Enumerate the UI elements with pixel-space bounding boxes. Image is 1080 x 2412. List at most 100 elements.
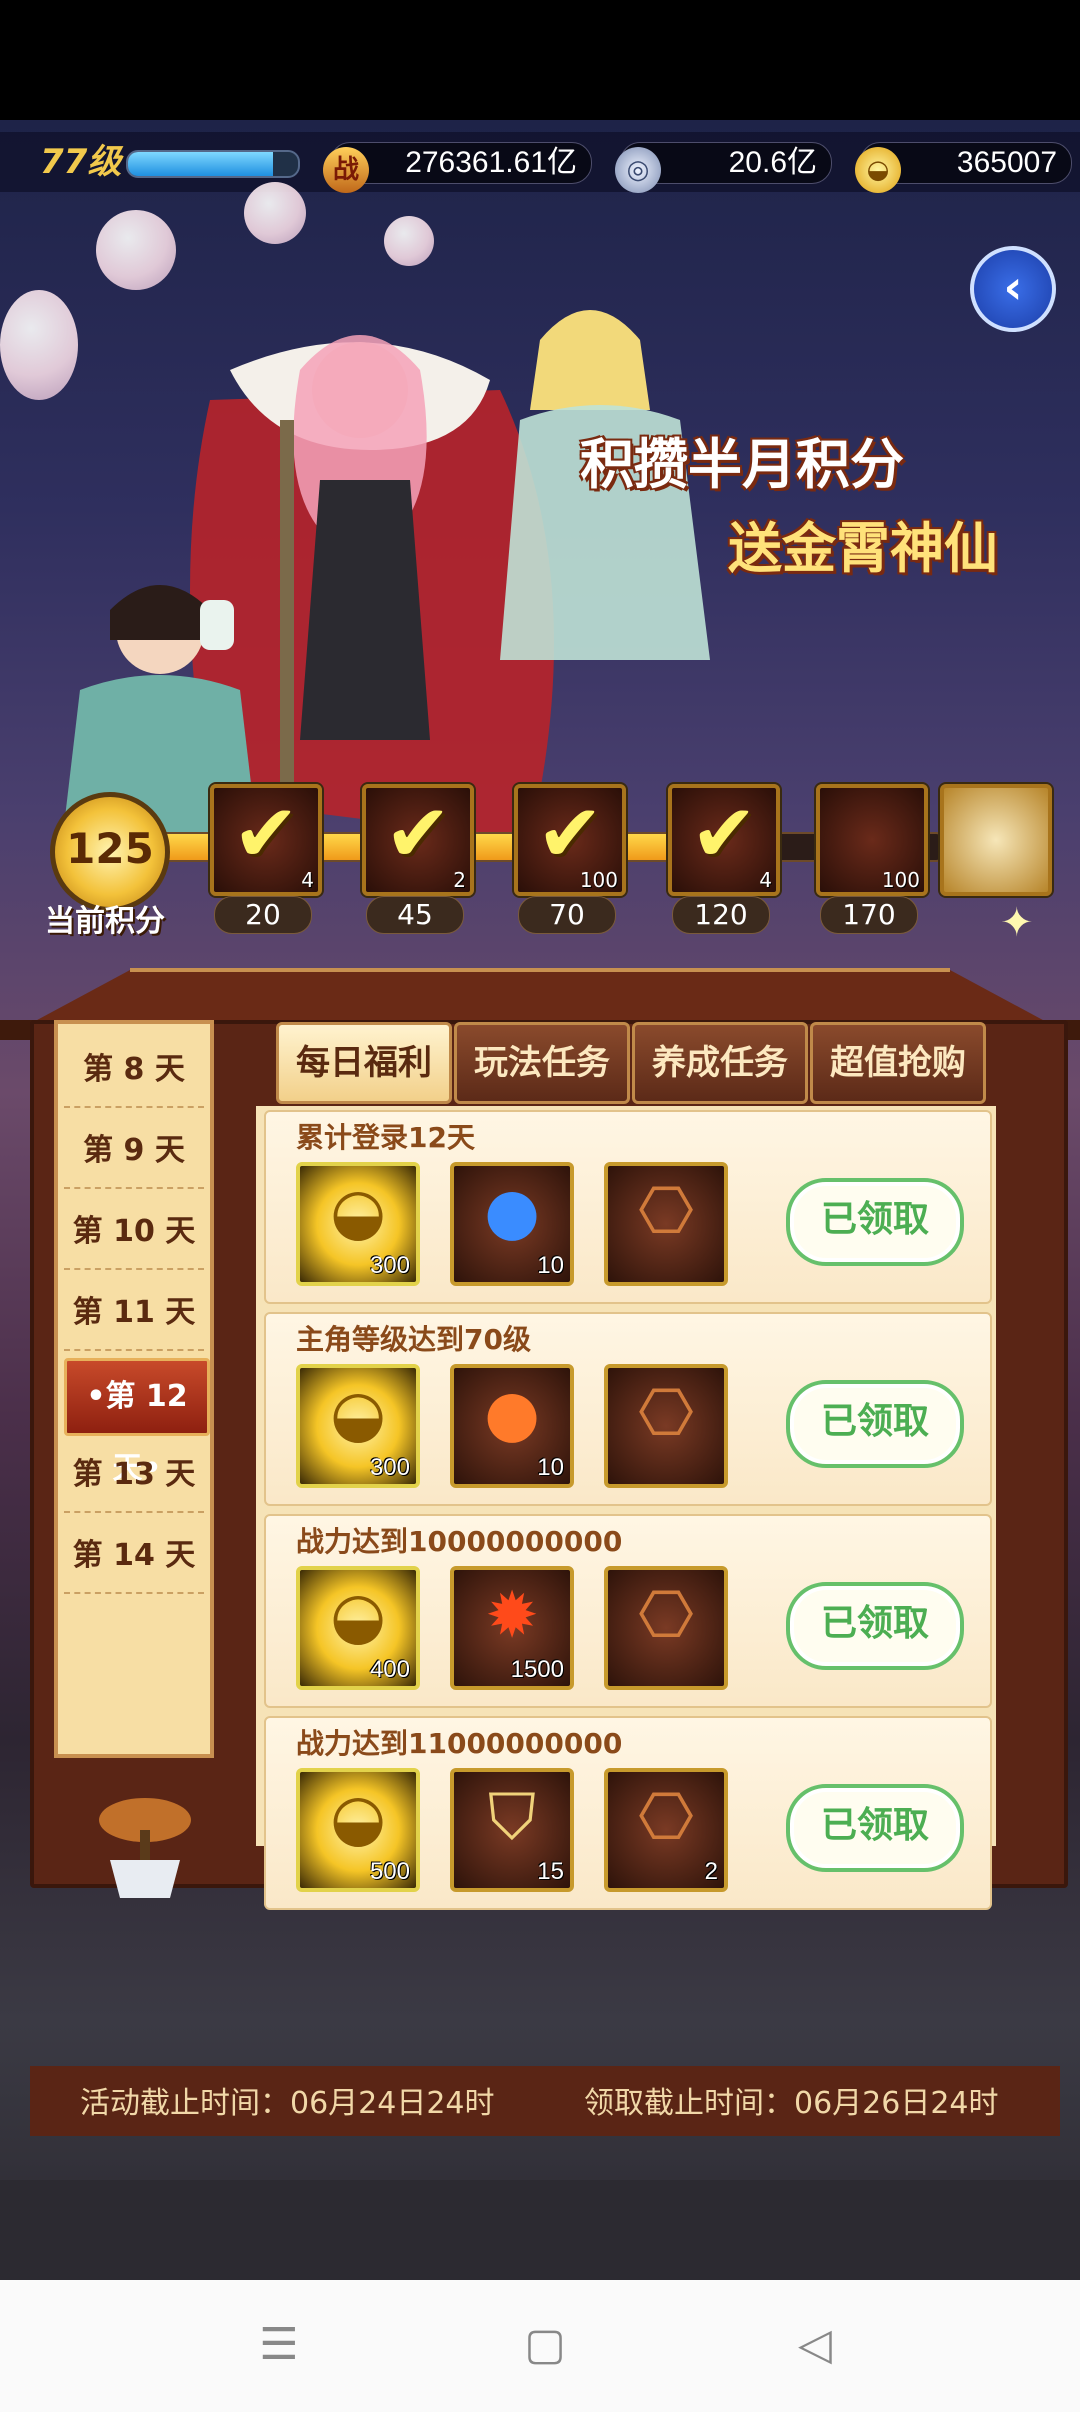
reward-item[interactable]: ◒ 300 xyxy=(296,1162,420,1286)
day-item[interactable]: 第 8 天 xyxy=(64,1034,204,1108)
milestone-threshold: 45 xyxy=(366,896,464,934)
power-icon: 战 xyxy=(323,147,369,193)
reward-item[interactable]: ◒ 400 xyxy=(296,1566,420,1690)
home-square-icon[interactable]: ▢ xyxy=(520,2320,570,2370)
task-tab[interactable]: 养成任务 xyxy=(632,1022,808,1104)
day-item[interactable]: •第 12 天• xyxy=(64,1358,210,1486)
milestone-reward[interactable]: ✔ 100 xyxy=(514,784,626,896)
ticket-icon: ⎔ xyxy=(638,1781,694,1855)
milestone-threshold: 120 xyxy=(672,896,770,934)
player-level: 77级 xyxy=(40,142,122,182)
system-nav-bar: ☰ ▢ ◁ xyxy=(0,2280,1080,2412)
xp-bar-fill xyxy=(128,152,273,176)
reward-count: 15 xyxy=(537,1858,564,1885)
gold-ingot-icon: ◒ xyxy=(855,147,901,193)
task-card: 战力达到11000000000 ◒ 500 ⛉ 15 ⎔ 2 已领取 xyxy=(264,1716,992,1910)
claimed-button[interactable]: 已领取 xyxy=(786,1380,964,1468)
current-score-label: 当前积分 xyxy=(45,904,165,939)
power-pill: 战 276361.61亿 xyxy=(323,142,592,193)
day-selector-scroll: 第 8 天第 9 天第 10 天第 11 天 •第 12 天• 第 13 天第 14… xyxy=(54,1020,214,1758)
task-card: 战力达到10000000000 ◒ 400 ✹ 1500 ⎔ 已领取 xyxy=(264,1514,992,1708)
fire-orb-icon: ✹ xyxy=(485,1579,539,1653)
game-scene: 77级 战 276361.61亿 ◎ 20.6亿 ◒ 365007 积攒半月积分… xyxy=(0,120,1080,2280)
blue-orb-icon: ● xyxy=(484,1175,540,1249)
claimed-button[interactable]: 已领取 xyxy=(786,1178,964,1266)
gold-ingot-icon: ◒ xyxy=(330,1579,386,1653)
moon-lantern xyxy=(96,210,176,290)
task-card: 主角等级达到70级 ◒ 300 ● 10 ⎔ 已领取 xyxy=(264,1312,992,1506)
gold-ingot-icon: ◒ xyxy=(330,1377,386,1451)
checkmark-icon: ✔ xyxy=(232,787,300,880)
task-tab[interactable]: 玩法任务 xyxy=(454,1022,630,1104)
milestone-threshold: 170 xyxy=(820,896,918,934)
day-item[interactable]: 第 11 天 xyxy=(64,1277,204,1351)
banner-title-line1: 积攒半月积分 xyxy=(580,432,904,496)
milestone-count: 2 xyxy=(453,868,466,892)
reward-item[interactable]: ◒ 500 xyxy=(296,1768,420,1892)
moon-lantern xyxy=(244,182,306,244)
banner-title-line2: 送金霄神仙 xyxy=(728,516,998,580)
task-title: 战力达到10000000000 xyxy=(296,1525,623,1558)
day-item[interactable]: 第 13 天 xyxy=(64,1439,204,1513)
milestone-count: 100 xyxy=(881,868,920,892)
task-tab[interactable]: 每日福利 xyxy=(276,1022,452,1104)
reward-item[interactable]: ● 10 xyxy=(450,1162,574,1286)
status-bar xyxy=(0,0,1080,120)
orange-orb-icon: ● xyxy=(484,1377,540,1451)
reward-count: 500 xyxy=(369,1858,410,1885)
task-list: 累计登录12天 ◒ 300 ● 10 ⎔ 已领取 主角等级达到70级 ◒ 300 ● 10 ⎔ 已领取 战力… xyxy=(256,1106,996,1910)
reward-count: 400 xyxy=(369,1656,410,1683)
milestone-count: 100 xyxy=(579,868,618,892)
reward-item[interactable]: ● 10 xyxy=(450,1364,574,1488)
reward-item[interactable]: ⎔ xyxy=(604,1162,728,1286)
reward-item[interactable]: ◒ 300 xyxy=(296,1364,420,1488)
claimed-button[interactable]: 已领取 xyxy=(786,1582,964,1670)
reward-count: 300 xyxy=(369,1454,410,1481)
resource-bar: 77级 战 276361.61亿 ◎ 20.6亿 ◒ 365007 xyxy=(0,132,1080,193)
claim-end-time: 领取截止时间：06月26日24时 xyxy=(584,2086,999,2121)
milestone-count: 4 xyxy=(759,868,772,892)
gold-ingot-icon: ◒ xyxy=(330,1781,386,1855)
reward-item[interactable]: ⎔ 2 xyxy=(604,1768,728,1892)
ticket-icon: ⎔ xyxy=(638,1579,694,1653)
task-tab[interactable]: 超值抢购 xyxy=(810,1022,986,1104)
ticket-icon: ⎔ xyxy=(638,1377,694,1451)
milestone-reward[interactable]: ✔ 4 xyxy=(668,784,780,896)
ticket-icon: ⎔ xyxy=(638,1175,694,1249)
checkmark-icon: ✔ xyxy=(536,787,604,880)
day-item[interactable]: 第 9 天 xyxy=(64,1115,204,1189)
reward-count: 1500 xyxy=(510,1656,564,1683)
back-button[interactable]: ‹ xyxy=(970,246,1056,332)
treasure-map-reward[interactable] xyxy=(940,784,1052,896)
back-triangle-icon[interactable]: ◁ xyxy=(790,2320,840,2370)
task-card: 累计登录12天 ◒ 300 ● 10 ⎔ 已领取 xyxy=(264,1110,992,1304)
reward-item[interactable]: ✹ 1500 xyxy=(450,1566,574,1690)
reward-count: 300 xyxy=(369,1252,410,1279)
milestone-threshold: 70 xyxy=(518,896,616,934)
xp-bar xyxy=(126,150,300,178)
back-arrow-icon: ‹ xyxy=(1003,260,1023,314)
moon-lantern xyxy=(0,290,78,400)
reward-item[interactable]: ⎔ xyxy=(604,1364,728,1488)
reward-item[interactable]: ⛉ 15 xyxy=(450,1768,574,1892)
gold-pill[interactable]: ◒ 365007 xyxy=(855,142,1072,193)
task-tabs: 每日福利 玩法任务 养成任务 超值抢购 xyxy=(276,1022,986,1104)
silver-pill[interactable]: ◎ 20.6亿 xyxy=(615,142,832,193)
silver-value: 20.6亿 xyxy=(728,146,817,179)
day-item[interactable]: 第 14 天 xyxy=(64,1520,204,1594)
checkmark-icon: ✔ xyxy=(384,787,452,880)
menu-icon[interactable]: ☰ xyxy=(254,2320,304,2370)
reward-item[interactable]: ⎔ xyxy=(604,1566,728,1690)
checkmark-icon: ✔ xyxy=(690,787,758,880)
milestone-reward[interactable]: ✔ 2 xyxy=(362,784,474,896)
current-score-badge: 125 xyxy=(50,792,170,912)
stone-floor xyxy=(0,2180,1080,2280)
power-value: 276361.61亿 xyxy=(405,146,577,179)
task-title: 战力达到11000000000 xyxy=(296,1727,623,1760)
milestone-reward[interactable]: 100 xyxy=(816,784,928,896)
activity-end-time: 活动截止时间：06月24日24时 xyxy=(80,2086,495,2121)
claimed-button[interactable]: 已领取 xyxy=(786,1784,964,1872)
silver-coin-icon: ◎ xyxy=(615,147,661,193)
day-item[interactable]: 第 10 天 xyxy=(64,1196,204,1270)
milestone-reward[interactable]: ✔ 4 xyxy=(210,784,322,896)
